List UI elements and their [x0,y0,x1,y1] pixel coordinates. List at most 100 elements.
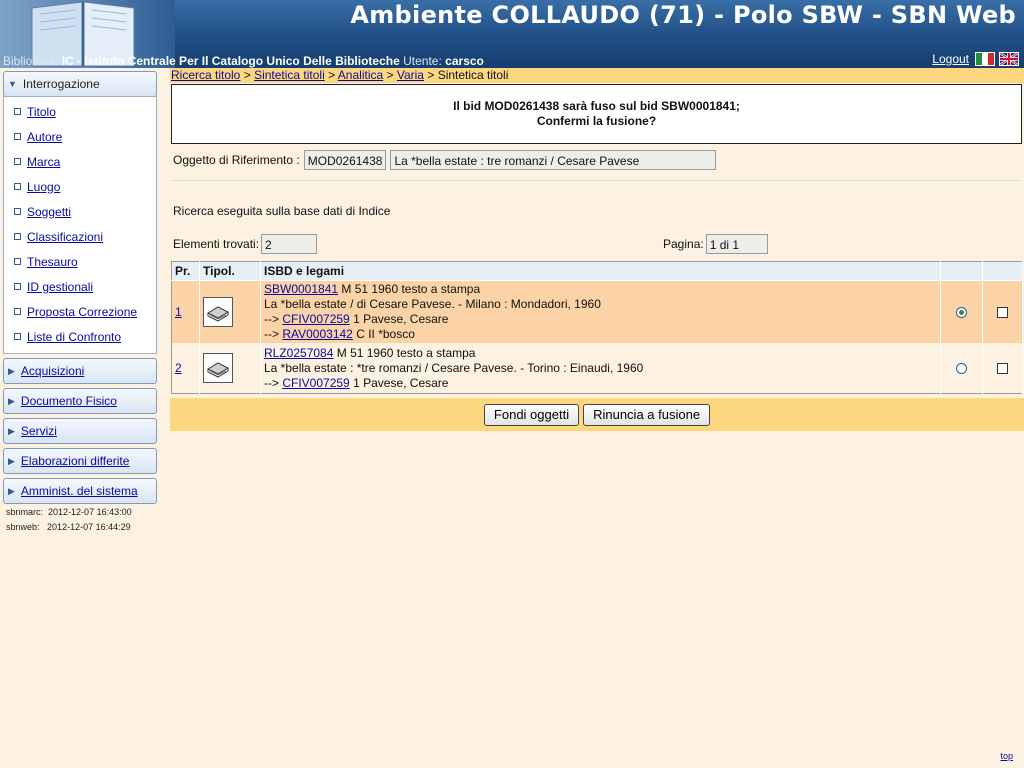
isbd-description: La *bella estate / di Cesare Pavese. - M… [264,297,601,311]
link-arrow: --> [264,375,279,390]
utente-value: carsco [445,54,484,68]
rinuncia-fusione-button[interactable]: Rinuncia a fusione [583,403,711,426]
menu-label[interactable]: Elaborazioni differite [21,454,130,468]
oggetto-title-field: La *bella estate : tre romanzi / Cesare … [390,150,717,170]
sidebar-item-id-gestionali[interactable]: ID gestionali [4,274,156,299]
bullet-square-icon [14,258,21,265]
menu-elaborazioni-differite[interactable]: ▶ Elaborazioni differite [3,448,157,474]
legame-link[interactable]: CFIV007259 [282,376,349,390]
sidebar-item-label[interactable]: Thesauro [27,255,78,269]
sidebar-item-classificazioni[interactable]: Classificazioni [4,224,156,249]
col-select [940,261,983,281]
oggetto-label: Oggetto di Riferimento : [173,153,300,167]
triangle-down-icon: ▼ [8,79,17,89]
menu-label[interactable]: Servizi [21,424,57,438]
sidebar-item-label[interactable]: Classificazioni [27,230,103,244]
app-header: Ambiente COLLAUDO (71) - Polo SBW - SBN … [0,0,1024,68]
menu-label[interactable]: Acquisizioni [21,364,84,378]
uk-flag-icon[interactable] [999,52,1019,66]
biblioteca-value: IC - Istituto Centrale Per Il Catalogo U… [61,54,400,68]
menu-servizi[interactable]: ▶ Servizi [3,418,157,444]
legame-info: 1 Pavese, Cesare [353,375,449,390]
table-header-row: Pr. Tipol. ISBD e legami [171,261,1023,281]
breadcrumb: Ricerca titolo > Sintetica titoli > Anal… [170,68,1024,83]
sidebar-item-label[interactable]: Soggetti [27,205,71,219]
sidebar-item-luogo[interactable]: Luogo [4,174,156,199]
sbnmarc-label: sbnmarc: [6,507,44,517]
col-pr: Pr. [171,261,200,281]
italian-flag-icon[interactable] [975,52,995,66]
bullet-square-icon [14,133,21,140]
bid-link[interactable]: RLZ0257084 [264,346,333,360]
isbd-cell: SBW0001841 M 51 1960 testo a stampa La *… [260,280,941,343]
sidebar-item-soggetti[interactable]: Soggetti [4,199,156,224]
pagina-value: 1 di 1 [705,234,768,254]
menu-label: Interrogazione [22,77,100,91]
bullet-square-icon [14,233,21,240]
menu-amminist-sistema[interactable]: ▶ Amminist. del sistema [3,478,157,504]
top-link[interactable]: top [1000,751,1013,761]
sidebar-item-label[interactable]: Luogo [27,180,60,194]
button-bar: Fondi oggetti Rinuncia a fusione [170,398,1024,431]
bullet-square-icon [14,283,21,290]
bullet-square-icon [14,333,21,340]
menu-interrogazione[interactable]: ▼ Interrogazione [3,71,157,97]
menu-label[interactable]: Amminist. del sistema [21,484,138,498]
menu-acquisizioni[interactable]: ▶ Acquisizioni [3,358,157,384]
sidebar-item-titolo[interactable]: Titolo [4,99,156,124]
menu-documento-fisico[interactable]: ▶ Documento Fisico [3,388,157,414]
sidebar-item-marca[interactable]: Marca [4,149,156,174]
breadcrumb-analitica[interactable]: Analitica [338,68,383,82]
fondi-oggetti-button[interactable]: Fondi oggetti [483,403,580,426]
bid-link[interactable]: SBW0001841 [264,282,338,296]
bid-info: M 51 1960 testo a stampa [341,282,481,296]
row-number-link[interactable]: 2 [175,361,182,375]
logout-link[interactable]: Logout [932,52,969,66]
book-icon[interactable] [203,353,233,383]
oggetto-bid-field: MOD0261438 [303,150,387,170]
elementi-value: 2 [261,234,318,254]
header-tools: Logout [932,52,1019,66]
interrogazione-submenu: Titolo Autore Marca Luogo Soggetti Class… [3,96,157,354]
select-radio[interactable] [956,306,967,318]
bullet-square-icon [14,108,21,115]
breadcrumb-separator: > [386,68,394,82]
breadcrumb-varia[interactable]: Varia [397,68,424,82]
breadcrumb-ricerca-titolo[interactable]: Ricerca titolo [171,68,240,82]
sidebar-item-label[interactable]: Proposta Correzione [27,305,137,319]
triangle-right-icon: ▶ [8,365,15,376]
sidebar-item-label[interactable]: Autore [27,130,62,144]
select-checkbox[interactable] [997,306,1008,318]
legame-link[interactable]: RAV0003142 [282,327,353,341]
app-title: Ambiente COLLAUDO (71) - Polo SBW - SBN … [350,1,1016,29]
sidebar-item-label[interactable]: Liste di Confronto [27,330,121,344]
elementi-trovati: Elementi trovati: 2 [173,234,318,254]
legame-link[interactable]: CFIV007259 [282,312,349,326]
sidebar-item-label[interactable]: Titolo [27,105,56,119]
sbnweb-label: sbnweb: [6,522,40,532]
menu-label[interactable]: Documento Fisico [21,394,117,408]
breadcrumb-sintetica-titoli[interactable]: Sintetica titoli [254,68,325,82]
sidebar-item-label[interactable]: Marca [27,155,60,169]
bullet-square-icon [14,308,21,315]
sidebar-item-label[interactable]: ID gestionali [27,280,93,294]
sidebar-item-liste-di-confronto[interactable]: Liste di Confronto [4,324,156,349]
sbnweb-time: 2012-12-07 16:44:29 [47,522,131,532]
isbd-description: La *bella estate : *tre romanzi / Cesare… [264,360,644,375]
version-timestamps: sbnmarc: 2012-12-07 16:43:00 sbnweb: 201… [6,505,132,535]
select-checkbox[interactable] [997,362,1008,374]
select-radio[interactable] [956,362,967,374]
book-icon[interactable] [203,297,233,327]
utente-label: Utente: [403,54,442,68]
sidebar-item-autore[interactable]: Autore [4,124,156,149]
sidebar-item-thesauro[interactable]: Thesauro [4,249,156,274]
sidebar: ▼ Interrogazione Titolo Autore Marca Luo… [3,71,157,508]
legame-info: C II *bosco [356,327,415,341]
bullet-square-icon [14,183,21,190]
row-number-link[interactable]: 1 [175,305,182,319]
legame-info: 1 Pavese, Cesare [353,312,449,326]
results-table: Pr. Tipol. ISBD e legami 1 SBW0001841 M … [171,261,1023,394]
col-isbd: ISBD e legami [260,261,941,281]
table-row: 2 RLZ0257084 M 51 1960 testo a stampa La… [171,343,1023,394]
sidebar-item-proposta-correzione[interactable]: Proposta Correzione [4,299,156,324]
